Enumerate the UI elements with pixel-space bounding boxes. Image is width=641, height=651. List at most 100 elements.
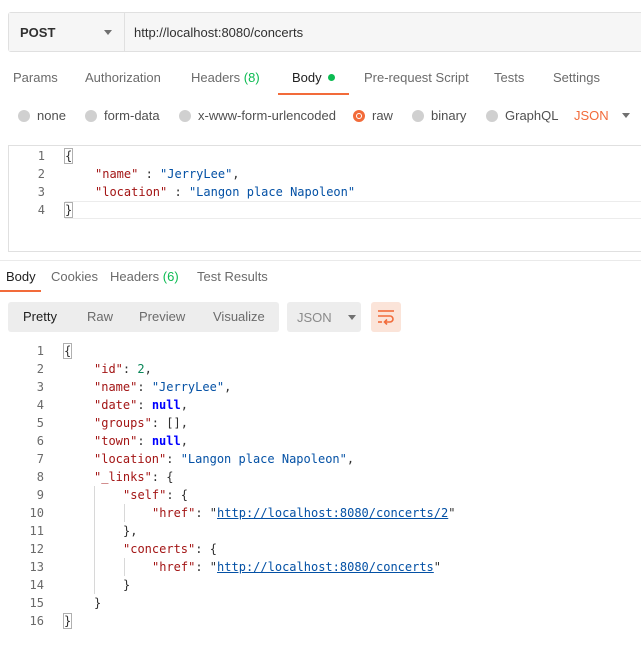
tab-params[interactable]: Params [13,70,58,85]
radio-checked-icon [353,109,365,122]
tab-response-headers[interactable]: Headers (6) [110,269,179,284]
line-number: 3 [37,185,45,199]
chevron-down-icon [347,314,356,320]
radio-label: none [37,108,66,123]
line-number: 11 [29,524,44,538]
radio-x-www-form-urlencoded[interactable]: x-www-form-urlencoded [179,108,336,123]
json-key: "date" [94,398,138,412]
current-line-highlight [65,201,641,219]
tab-headers[interactable]: Headers (8) [191,70,260,85]
code-line: "town": null, [94,434,188,448]
line-number: 4 [36,398,44,412]
json-key: "_links" [94,470,152,484]
concerts-href-link[interactable]: http://localhost:8080/concerts [217,560,434,574]
radio-circle-icon [486,109,498,122]
headers-count-badge: (6) [162,269,179,284]
line-number: 13 [29,560,44,574]
tab-label: Authorization [85,70,161,85]
response-format-label: JSON [297,309,332,325]
view-mode-group: Pretty Raw Preview Visualize [8,302,279,332]
json-string: "JerryLee" [151,380,225,394]
json-array: [] [166,416,181,430]
line-number: 9 [36,488,44,502]
radio-circle-icon [18,109,30,122]
json-comma: , [232,167,240,181]
close-brace: } [62,613,73,629]
indent-guide [124,558,125,576]
code-line: "concerts": { [123,542,217,556]
self-href-link[interactable]: http://localhost:8080/concerts/2 [217,506,448,520]
code-line: } [94,594,101,612]
request-url-bar: POST http://localhost:8080/concerts [8,12,641,52]
url-input[interactable]: http://localhost:8080/concerts [125,13,641,51]
radio-label: x-www-form-urlencoded [198,108,336,123]
json-key: "location" [95,185,168,199]
tab-tests[interactable]: Tests [494,70,524,85]
open-brace: { [63,148,74,164]
radio-none[interactable]: none [18,108,66,123]
active-tab-underline [278,93,349,95]
indent-guide [94,486,95,594]
radio-label: raw [372,108,393,123]
radio-graphql[interactable]: GraphQL [486,108,558,123]
code-line: "groups": [], [94,416,188,430]
request-body-editor[interactable]: 1 { 2 "name" : "JerryLee", 3 "location" : "… [8,145,641,252]
tab-label: Body [6,269,36,284]
radio-label: form-data [104,108,160,123]
open-brace: { [62,343,73,359]
chevron-down-icon [621,113,630,118]
tab-label: Body [292,70,322,85]
json-number: 2 [137,362,145,376]
method-select[interactable]: POST [9,13,125,51]
wrap-lines-icon [378,310,394,325]
radio-form-data[interactable]: form-data [85,108,160,123]
close-brace: }, [123,524,138,538]
line-number: 4 [37,203,45,217]
response-toolbar: Pretty Raw Preview Visualize JSON [8,302,641,334]
tab-label: Tests [494,70,525,85]
tab-label: Test Results [197,269,268,284]
tab-pre-request-script[interactable]: Pre-request Script [364,70,469,85]
line-number: 2 [37,167,45,181]
radio-circle-icon [412,109,424,122]
line-number: 12 [29,542,44,556]
line-number: 1 [36,344,44,358]
line-number: 2 [36,362,44,376]
tab-body[interactable]: Body [292,70,335,85]
code-line: } [62,612,73,630]
view-preview-button[interactable]: Preview [139,302,185,332]
tab-test-results[interactable]: Test Results [197,269,268,284]
view-visualize-button[interactable]: Visualize [213,302,265,332]
response-format-select[interactable]: JSON [287,302,361,332]
body-language-select[interactable]: JSON [574,108,630,123]
json-null: null [151,434,181,448]
response-tabs: Body Cookies Headers (6) Test Results [0,260,641,292]
tab-response-body[interactable]: Body [6,269,36,284]
json-string: "Langon place Napoleon" [180,452,347,466]
tab-label: Cookies [51,269,98,284]
json-key: "self" [123,488,167,502]
json-key: "concerts" [123,542,196,556]
chevron-down-icon [104,29,112,35]
radio-raw[interactable]: raw [353,108,393,123]
line-number: 8 [36,470,44,484]
view-pretty-button[interactable]: Pretty [23,302,57,332]
wrap-lines-button[interactable] [371,302,401,332]
body-type-options: none form-data x-www-form-urlencoded raw… [0,104,641,128]
indent-guide [124,504,125,522]
radio-binary[interactable]: binary [412,108,466,123]
code-line: "name": "JerryLee", [94,380,232,394]
tab-settings[interactable]: Settings [553,70,600,85]
code-line: "href": "http://localhost:8080/concerts" [152,560,442,574]
code-line: "id": 2, [94,362,152,376]
line-number: 15 [29,596,44,610]
tab-authorization[interactable]: Authorization [85,70,161,85]
response-body-viewer[interactable]: 1{ 2 "id": 2, 3 "name": "JerryLee", 4 "date… [8,342,641,632]
json-key: "name" [95,167,139,181]
tab-cookies[interactable]: Cookies [51,269,98,284]
line-number: 16 [29,614,44,628]
code-line: "self": { [123,488,189,502]
view-raw-button[interactable]: Raw [87,302,113,332]
line-number: 10 [29,506,44,520]
method-label: POST [20,24,56,40]
